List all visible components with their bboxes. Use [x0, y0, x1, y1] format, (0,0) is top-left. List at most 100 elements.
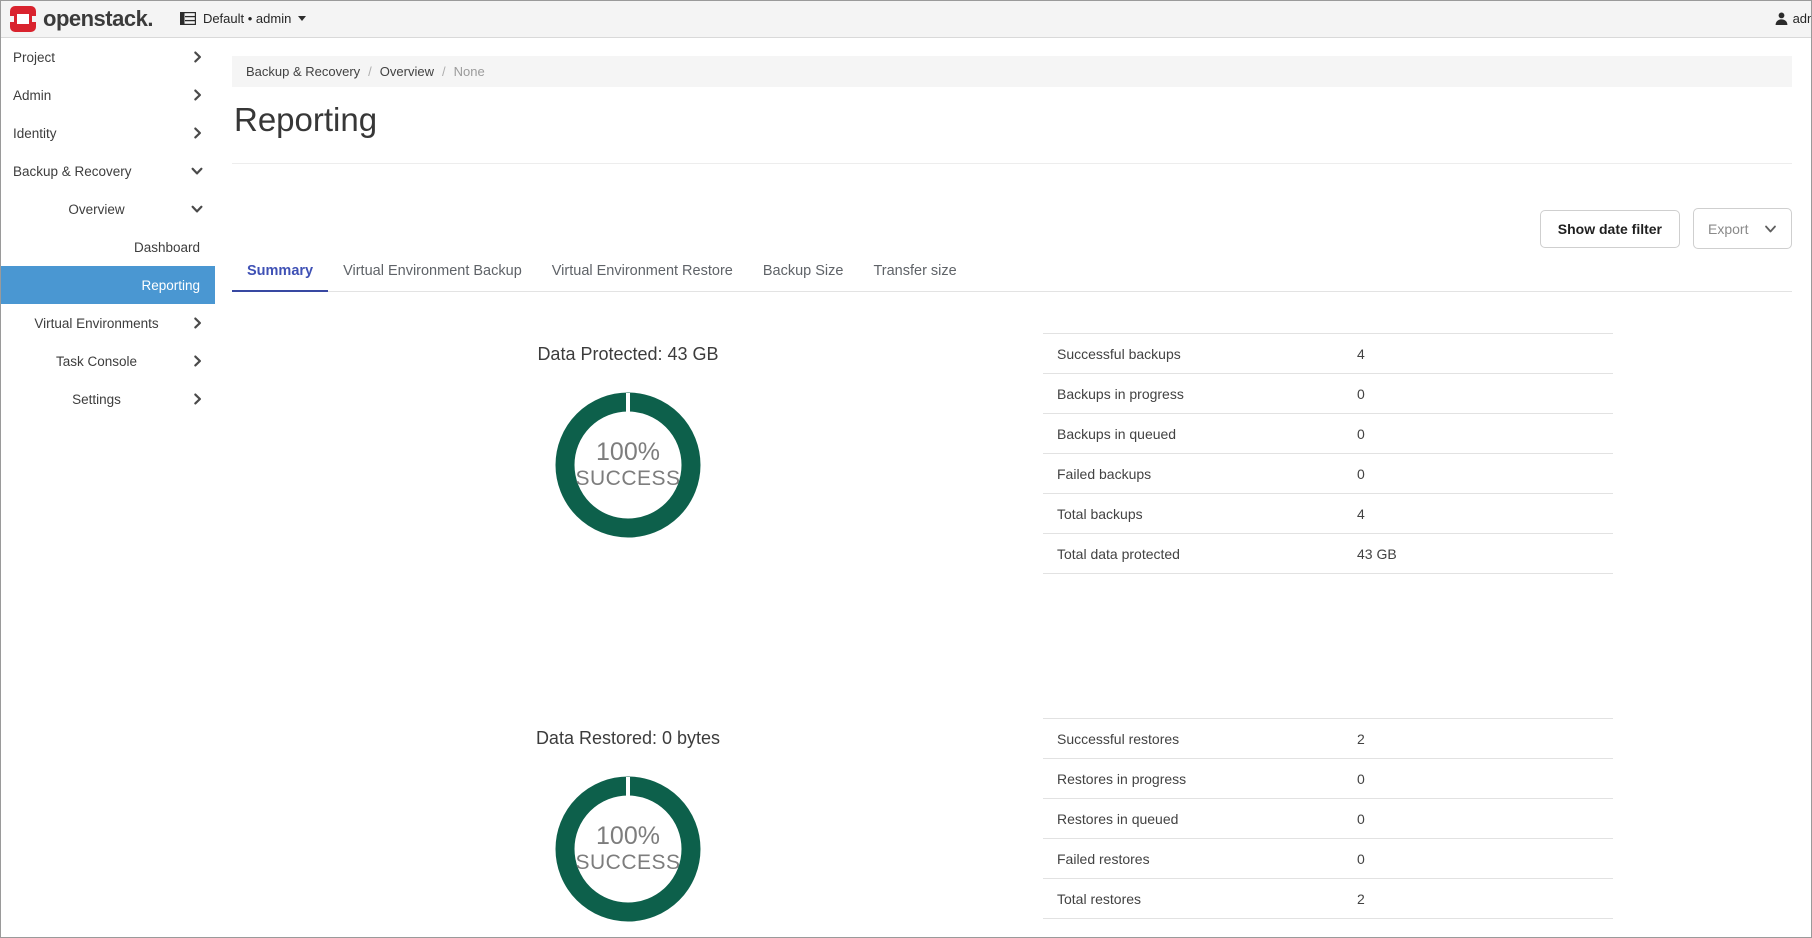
data-restored-title: Data Restored: 0 bytes	[518, 728, 738, 749]
sidebar-item-label: Overview	[68, 202, 124, 217]
title-divider	[232, 163, 1792, 164]
toolbar: Show date filter Export	[232, 208, 1792, 249]
top-header: openstack. Default • admin admin	[0, 0, 1812, 38]
table-row: Total backups 4	[1043, 494, 1613, 534]
stat-value: 4	[1357, 506, 1365, 522]
stat-value: 0	[1357, 851, 1365, 867]
tab-virtual-environment-backup[interactable]: Virtual Environment Backup	[328, 251, 537, 291]
stat-label: Total restores	[1057, 891, 1141, 907]
stat-label: Total data protected	[1057, 546, 1180, 562]
sidebar-item-label: Admin	[13, 88, 51, 103]
sidebar-item-label: Project	[13, 50, 55, 65]
breadcrumb-overview[interactable]: Overview	[380, 64, 434, 79]
sidebar-item-dashboard[interactable]: Dashboard	[0, 228, 215, 266]
tab-transfer-size[interactable]: Transfer size	[858, 251, 971, 291]
stat-label: Restores in queued	[1057, 811, 1178, 827]
sidebar-item-label: Identity	[13, 126, 57, 141]
data-restored-chart: Data Restored: 0 bytes 100% SUCCESS	[518, 728, 738, 922]
table-row: Failed backups 0	[1043, 454, 1613, 494]
sidebar-item-overview[interactable]: Overview	[0, 190, 215, 228]
breadcrumb-backup-recovery[interactable]: Backup & Recovery	[246, 64, 360, 79]
sidebar-item-label: Reporting	[141, 278, 200, 293]
table-row: Backups in progress 0	[1043, 374, 1613, 414]
breadcrumb-separator: /	[442, 64, 446, 79]
sidebar-item-admin[interactable]: Admin	[0, 76, 215, 114]
data-restored-donut: 100% SUCCESS	[555, 776, 701, 922]
sidebar-item-virtual-environments[interactable]: Virtual Environments	[0, 304, 215, 342]
stat-value: 0	[1357, 386, 1365, 402]
tab-backup-size[interactable]: Backup Size	[748, 251, 859, 291]
sidebar-item-task-console[interactable]: Task Console	[0, 342, 215, 380]
data-protected-donut: 100% SUCCESS	[555, 392, 701, 538]
summary-panel: Data Protected: 43 GB 100% SUCCESS Succe…	[232, 292, 1792, 938]
chevron-down-icon	[191, 204, 203, 215]
chevron-down-icon	[191, 166, 203, 177]
sidebar-item-identity[interactable]: Identity	[0, 114, 215, 152]
restore-stats-table: Successful restores 2 Restores in progre…	[1043, 718, 1613, 919]
stat-value: 4	[1357, 346, 1365, 362]
stat-label: Successful restores	[1057, 731, 1179, 747]
brand-wordmark: openstack.	[43, 6, 153, 32]
openstack-logo-icon	[10, 6, 36, 32]
chevron-right-icon	[192, 393, 203, 405]
breadcrumb-separator: /	[368, 64, 372, 79]
data-protected-title: Data Protected: 43 GB	[518, 344, 738, 365]
sidebar-item-backup-recovery[interactable]: Backup & Recovery	[0, 152, 215, 190]
stat-label: Failed backups	[1057, 466, 1151, 482]
chevron-down-icon	[298, 16, 306, 21]
chevron-right-icon	[192, 51, 203, 63]
export-button-label: Export	[1708, 221, 1748, 237]
chevron-right-icon	[192, 127, 203, 139]
stat-value: 2	[1357, 731, 1365, 747]
stat-value: 0	[1357, 426, 1365, 442]
chevron-right-icon	[192, 89, 203, 101]
stat-value: 0	[1357, 811, 1365, 827]
chevron-down-icon	[1764, 223, 1777, 235]
sidebar-item-label: Dashboard	[134, 240, 200, 255]
context-switcher-label: Default • admin	[203, 11, 291, 26]
stat-label: Failed restores	[1057, 851, 1150, 867]
sidebar-item-project[interactable]: Project	[0, 38, 215, 76]
table-row: Successful backups 4	[1043, 334, 1613, 374]
table-row: Failed restores 0	[1043, 839, 1613, 879]
stat-label: Backups in queued	[1057, 426, 1176, 442]
stat-value: 43 GB	[1357, 546, 1397, 562]
domain-project-switcher[interactable]: Default • admin	[180, 11, 306, 26]
chevron-right-icon	[192, 355, 203, 367]
sidebar-item-label: Virtual Environments	[34, 316, 158, 331]
tab-summary[interactable]: Summary	[232, 251, 328, 292]
stat-value: 2	[1357, 891, 1365, 907]
page-title: Reporting	[234, 101, 1792, 139]
stat-label: Successful backups	[1057, 346, 1181, 362]
user-menu[interactable]: admin	[1775, 0, 1812, 37]
side-navigation: Project Admin Identity Backup & Recovery…	[0, 38, 215, 418]
sidebar-item-settings[interactable]: Settings	[0, 380, 215, 418]
report-tabs: Summary Virtual Environment Backup Virtu…	[232, 251, 1792, 292]
table-row: Restores in progress 0	[1043, 759, 1613, 799]
tab-virtual-environment-restore[interactable]: Virtual Environment Restore	[537, 251, 748, 291]
stat-label: Restores in progress	[1057, 771, 1186, 787]
main-content: Backup & Recovery / Overview / None Repo…	[232, 38, 1792, 938]
export-button[interactable]: Export	[1693, 208, 1792, 249]
user-label: admin	[1793, 11, 1812, 26]
context-switcher-icon	[180, 12, 196, 25]
stat-label: Backups in progress	[1057, 386, 1184, 402]
table-row: Total data protected 43 GB	[1043, 534, 1613, 574]
sidebar-item-label: Task Console	[56, 354, 137, 369]
stat-value: 0	[1357, 771, 1365, 787]
data-protected-chart: Data Protected: 43 GB 100% SUCCESS	[518, 344, 738, 538]
table-row: Total restores 2	[1043, 879, 1613, 919]
backup-stats-table: Successful backups 4 Backups in progress…	[1043, 333, 1613, 574]
sidebar-item-label: Settings	[72, 392, 121, 407]
donut-center-label: 100% SUCCESS	[555, 392, 701, 538]
table-row: Backups in queued 0	[1043, 414, 1613, 454]
sidebar-item-reporting[interactable]: Reporting	[0, 266, 215, 304]
breadcrumb-current: None	[454, 64, 485, 79]
breadcrumb: Backup & Recovery / Overview / None	[232, 56, 1792, 87]
openstack-brand[interactable]: openstack.	[10, 6, 153, 32]
chevron-right-icon	[192, 317, 203, 329]
table-row: Restores in queued 0	[1043, 799, 1613, 839]
table-row: Successful restores 2	[1043, 719, 1613, 759]
show-date-filter-button[interactable]: Show date filter	[1540, 210, 1680, 248]
stat-label: Total backups	[1057, 506, 1143, 522]
